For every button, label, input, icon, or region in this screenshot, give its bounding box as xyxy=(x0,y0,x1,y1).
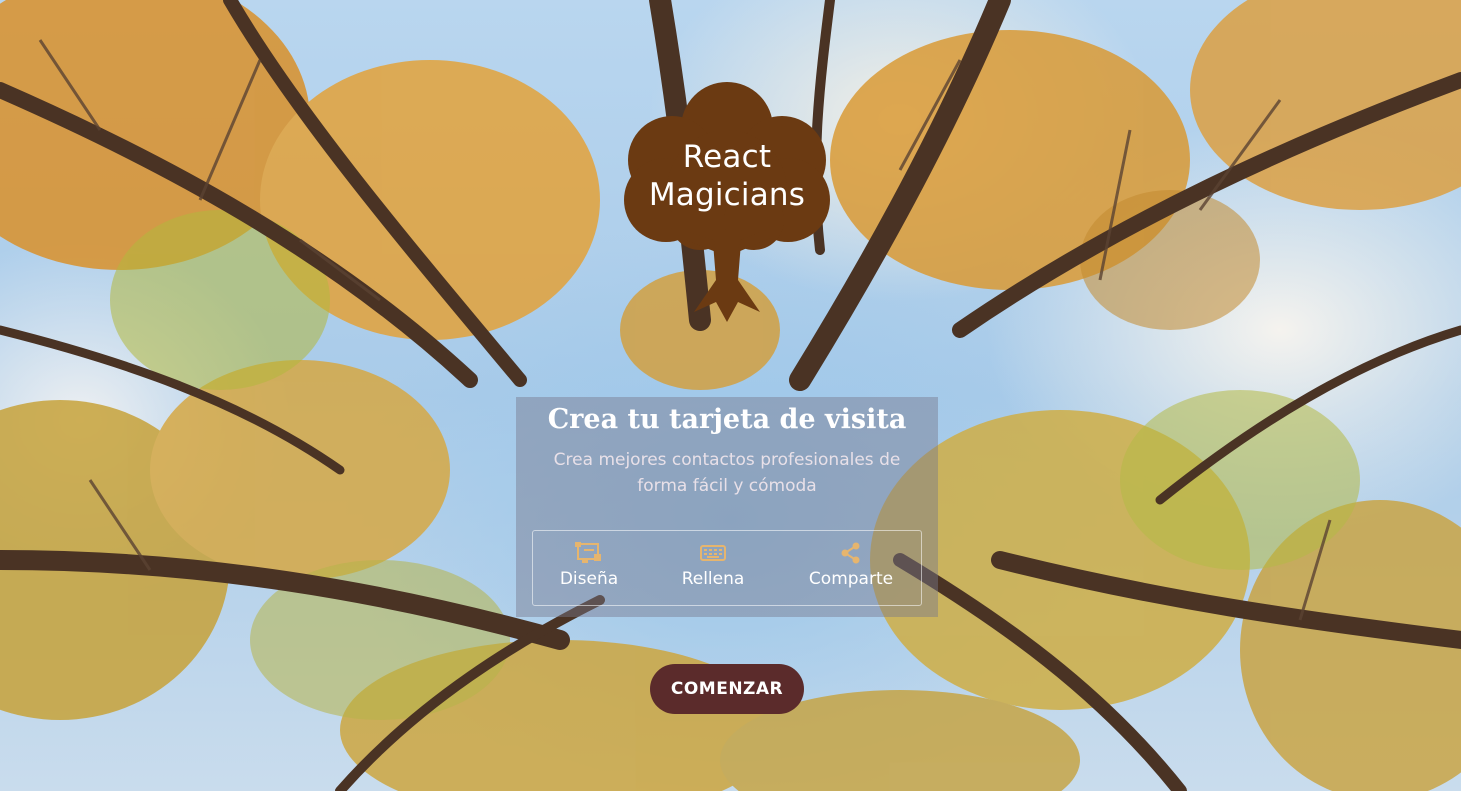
hero-title: Crea tu tarjeta de visita xyxy=(547,404,907,435)
step-label-design: Diseña xyxy=(559,569,619,589)
logo-line-1: React xyxy=(682,139,772,175)
step-label-fill: Rellena xyxy=(681,569,745,589)
step-design: Diseña xyxy=(529,541,649,589)
layout-icon xyxy=(529,541,649,565)
steps-box: Diseña Rellena Comparte xyxy=(532,530,922,606)
hero-subtitle: Crea mejores contactos profesionales de … xyxy=(553,450,901,496)
step-share: Comparte xyxy=(791,541,911,589)
share-icon xyxy=(791,541,911,565)
logo-line-2: Magicians xyxy=(648,177,806,213)
hero-card: Crea tu tarjeta de visita Crea mejores c… xyxy=(516,397,938,617)
react-magicians-logo: React Magicians xyxy=(620,80,834,324)
step-label-share: Comparte xyxy=(808,569,894,589)
step-fill: Rellena xyxy=(653,541,773,589)
logo-text: React Magicians xyxy=(620,138,834,214)
start-button[interactable]: COMENZAR xyxy=(650,664,804,714)
keyboard-icon xyxy=(653,541,773,565)
